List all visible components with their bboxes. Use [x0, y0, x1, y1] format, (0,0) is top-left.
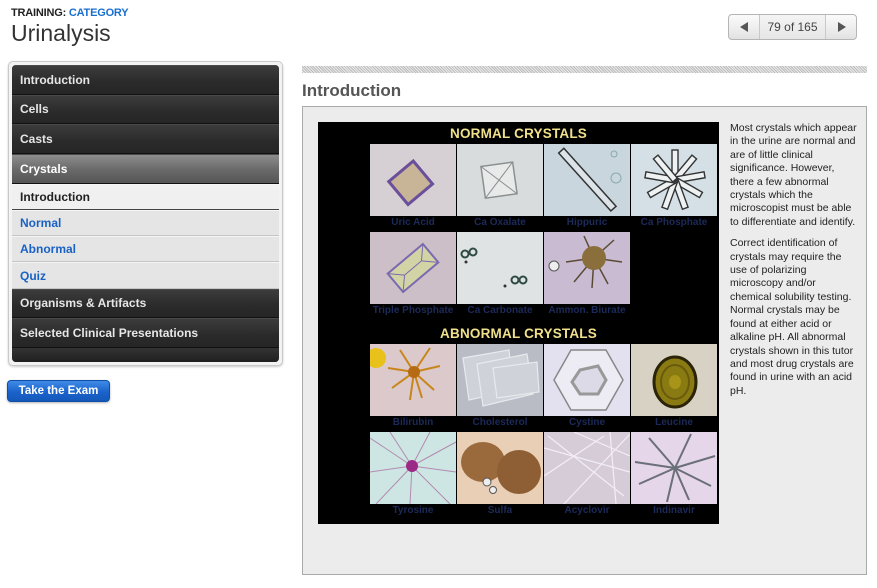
crystal-tile-ca-carbonate: Ca Carbonate [457, 232, 543, 318]
ca-carbonate-crystal-image [457, 232, 543, 304]
bilirubin-crystal-image [370, 344, 456, 416]
ca-oxalate-crystal-image [457, 144, 543, 216]
crystal-tile-leucine: Leucine [631, 344, 717, 430]
content-panel: NORMAL CRYSTALS Uric Acid Ca Oxalate Hip… [302, 106, 867, 575]
caption: Ammon. Biurate [548, 305, 626, 316]
sidebar-item-introduction[interactable]: Introduction [12, 65, 279, 95]
next-page-button[interactable] [826, 15, 856, 39]
category-link[interactable]: CATEGORY [69, 7, 129, 19]
sidebar-subitem-quiz[interactable]: Quiz [12, 262, 279, 289]
breadcrumb: TRAINING: CATEGORY [11, 7, 129, 19]
crystal-tile-ammon-biurate: Ammon. Biurate [544, 232, 630, 318]
crystal-tile-cystine: Cystine [544, 344, 630, 430]
normal-crystals-heading: NORMAL CRYSTALS [450, 126, 587, 141]
crystal-tile-ca-oxalate: Ca Oxalate [457, 144, 543, 230]
crystal-tile-ca-phosphate: Ca Phosphate [631, 144, 717, 230]
uric-acid-crystal-image [370, 144, 456, 216]
description-paragraph: Correct identification of crystals may r… [730, 237, 854, 397]
caption: Tyrosine [392, 505, 434, 516]
caption: Acyclovir [564, 505, 610, 516]
crystal-tile-triple-phosphate: Triple Phosphate [370, 232, 456, 318]
sidebar-item-selected-clinical-presentations[interactable]: Selected Clinical Presentations [12, 318, 279, 348]
triple-phosphate-crystal-image [370, 232, 456, 304]
caption: Cystine [568, 417, 606, 428]
crystal-tile-acyclovir: Acyclovir [544, 432, 630, 518]
sidebar-menu: Introduction Cells Casts Crystals Introd… [12, 65, 279, 362]
previous-page-button[interactable] [729, 15, 759, 39]
sidebar-item-organisms-artifacts[interactable]: Organisms & Artifacts [12, 288, 279, 319]
abnormal-crystals-heading: ABNORMAL CRYSTALS [440, 326, 597, 341]
crystal-tile-indinavir: Indinavir [631, 432, 717, 518]
sidebar-subitem-normal[interactable]: Normal [12, 209, 279, 237]
hippuric-crystal-image [544, 144, 630, 216]
caption: Cholesterol [472, 417, 528, 428]
cholesterol-crystal-image [457, 344, 543, 416]
caption: Ca Carbonate [467, 305, 533, 316]
sidebar-item-casts[interactable]: Casts [12, 124, 279, 154]
caption: Uric Acid [391, 217, 435, 228]
triangle-left-icon [739, 22, 748, 32]
indinavir-crystal-image [631, 432, 717, 504]
sidebar-subitem-abnormal[interactable]: Abnormal [12, 236, 279, 263]
crystal-tile-hippuric: Hippuric [544, 144, 630, 230]
sulfa-crystal-image [457, 432, 543, 504]
caption: Bilirubin [392, 417, 434, 428]
cystine-crystal-image [544, 344, 630, 416]
caption: Ca Phosphate [640, 217, 708, 228]
crystals-figure: NORMAL CRYSTALS Uric Acid Ca Oxalate Hip… [318, 122, 719, 524]
pager: 79 of 165 [728, 14, 857, 40]
ca-phosphate-crystal-image [631, 144, 717, 216]
crystal-tile-bilirubin: Bilirubin [370, 344, 456, 430]
crystal-tile-cholesterol: Cholesterol [457, 344, 543, 430]
description-paragraph: Most crystals which appear in the urine … [730, 122, 857, 228]
sidebar: Introduction Cells Casts Crystals Introd… [8, 61, 283, 366]
crystal-tile-uric-acid: Uric Acid [370, 144, 456, 230]
sidebar-subitem-introduction[interactable]: Introduction [12, 183, 279, 210]
description: Most crystals which appear in the urine … [730, 122, 860, 406]
sidebar-menu-footer [12, 347, 279, 362]
section-divider [302, 66, 867, 73]
caption: Ca Oxalate [474, 217, 526, 228]
page-title: Urinalysis [11, 20, 111, 46]
crystal-tile-tyrosine: Tyrosine [370, 432, 456, 518]
sidebar-item-crystals[interactable]: Crystals [12, 153, 279, 184]
section-title: Introduction [302, 81, 402, 100]
acyclovir-crystal-image [544, 432, 630, 504]
crystal-tile-sulfa: Sulfa [457, 432, 543, 518]
leucine-crystal-image [631, 344, 717, 416]
tyrosine-crystal-image [370, 432, 456, 504]
take-exam-button[interactable]: Take the Exam [7, 380, 110, 402]
caption: Sulfa [487, 505, 513, 516]
caption: Leucine [655, 417, 693, 428]
training-label: TRAINING: [11, 7, 67, 19]
caption: Indinavir [653, 505, 695, 516]
sidebar-item-cells[interactable]: Cells [12, 94, 279, 124]
caption: Triple Phosphate [372, 305, 454, 316]
ammon-biurate-crystal-image [544, 232, 630, 304]
caption: Hippuric [566, 217, 608, 228]
triangle-right-icon [837, 22, 846, 32]
page-counter: 79 of 165 [759, 15, 826, 39]
